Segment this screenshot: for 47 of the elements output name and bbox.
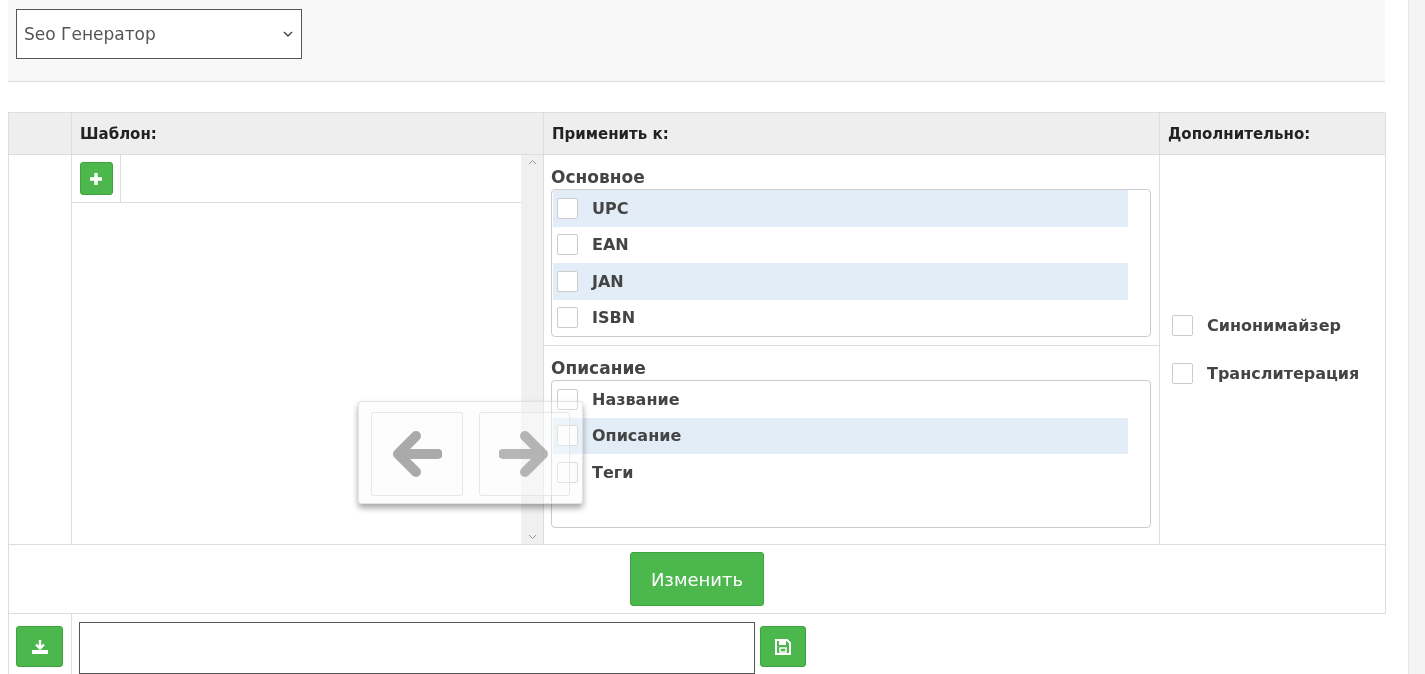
column-header: Применить к: (544, 113, 1160, 155)
checkbox[interactable] (557, 270, 578, 292)
save-button[interactable] (760, 626, 806, 667)
list-row[interactable]: JAN (553, 263, 1128, 300)
list-row[interactable]: Теги (553, 454, 1128, 491)
scrollbar[interactable] (521, 155, 543, 544)
checkbox[interactable] (557, 197, 578, 219)
column-header: Шаблон: (72, 113, 544, 155)
checkbox-label: Описание (592, 426, 682, 446)
chevron-up-icon[interactable] (527, 159, 537, 165)
list-row[interactable]: Описание (553, 417, 1128, 454)
checkbox[interactable] (557, 234, 578, 256)
checkbox-label: ISBN (592, 308, 636, 328)
download-icon (30, 638, 49, 655)
list-row[interactable]: ISBN (553, 299, 1128, 336)
group-title: Основное (551, 167, 646, 187)
save-icon (775, 638, 791, 655)
checkbox[interactable] (557, 461, 578, 483)
list-row[interactable]: EAN (553, 226, 1128, 263)
checkbox-label: Название (592, 389, 680, 409)
list-row[interactable]: UPC (553, 190, 1128, 227)
chevron-down-icon[interactable] (527, 534, 537, 540)
add-button[interactable] (79, 162, 113, 195)
arrow-left-icon (391, 431, 442, 477)
scrollbar[interactable] (1408, 0, 1425, 674)
checkbox-label: UPC (592, 198, 629, 218)
column-header: Дополнительно: (1160, 113, 1386, 155)
checkbox-label: Транслитерация (1207, 364, 1360, 384)
checkbox[interactable] (1172, 314, 1193, 336)
checkbox-label: JAN (592, 271, 624, 291)
arrow-right-icon (499, 431, 550, 477)
checkbox-label: EAN (592, 235, 629, 255)
chevron-down-icon (283, 30, 293, 37)
previous-button[interactable] (371, 412, 463, 496)
generator-select[interactable]: Seo Генератор (16, 8, 302, 59)
group-title: Описание (551, 358, 647, 378)
list-row[interactable]: Название (553, 381, 1128, 418)
checkbox-label: Теги (592, 462, 634, 482)
plus-icon (89, 171, 103, 186)
next-button[interactable] (478, 412, 570, 496)
download-button[interactable] (16, 626, 63, 667)
input-field[interactable] (79, 622, 755, 674)
checkbox[interactable] (557, 307, 578, 329)
checkbox-label: Синонимайзер (1207, 315, 1341, 335)
checkbox[interactable] (557, 425, 578, 447)
checkbox[interactable] (557, 388, 578, 410)
checkbox[interactable] (1172, 363, 1193, 385)
